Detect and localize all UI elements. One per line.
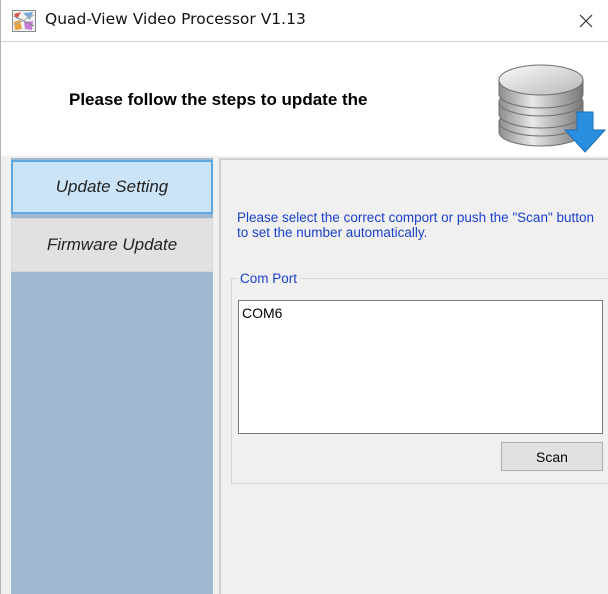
comport-groupbox: Com Port COM6 Scan — [231, 271, 608, 484]
app-window: Quad-View Video Processor V1.13 Please f… — [0, 0, 608, 594]
sidebar-item-label: Update Setting — [55, 177, 169, 196]
sidebar-item-label: Firmware Update — [46, 235, 178, 254]
app-icon — [12, 10, 36, 32]
close-icon — [579, 14, 593, 28]
database-download-icon — [498, 64, 607, 153]
sidebar-item-update-setting[interactable]: Update Setting — [11, 160, 213, 214]
sidebar: Update Setting Firmware Update — [11, 158, 213, 594]
window-title: Quad-View Video Processor V1.13 — [45, 10, 306, 28]
close-button[interactable] — [563, 0, 608, 42]
comport-group-label: Com Port — [237, 271, 301, 286]
comport-list[interactable]: COM6 — [238, 300, 603, 434]
instruction-text: Please select the correct comport or pus… — [237, 210, 595, 240]
body-area: Update Setting Firmware Update Please se… — [1, 156, 608, 594]
sidebar-item-firmware-update[interactable]: Firmware Update — [11, 218, 213, 272]
content-panel: Please select the correct comport or pus… — [219, 158, 608, 594]
scan-button[interactable]: Scan — [501, 442, 603, 471]
title-bar[interactable]: Quad-View Video Processor V1.13 — [1, 0, 608, 42]
header-text: Please follow the steps to update the — [69, 90, 368, 109]
list-item[interactable]: COM6 — [239, 301, 602, 321]
header-banner: Please follow the steps to update the — [1, 43, 608, 156]
